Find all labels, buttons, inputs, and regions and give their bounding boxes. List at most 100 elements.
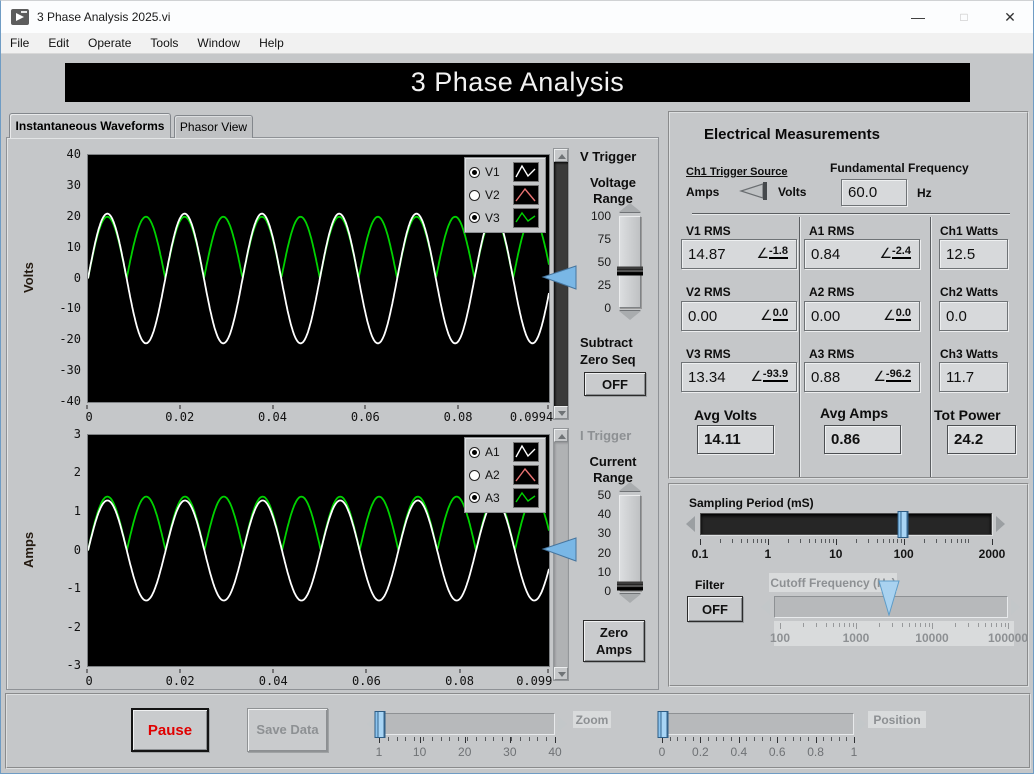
radio-a2[interactable] [469,469,480,481]
a3-rms-value: 0.88 ∠ -96.2 [804,362,920,392]
voltage-range-handle[interactable] [617,266,643,276]
subtract-zero-seq-button[interactable]: OFF [584,372,646,396]
radio-v1[interactable] [469,166,480,178]
bottom-control-bar: Pause Save Data 1 10 20 30 40 Zoom 0 0.2 0.4 0.… [5,693,1031,769]
cutoff-frequency-scale: 100 1000 10000 100000 [770,623,1028,647]
minimize-button[interactable]: — [895,1,941,33]
slider-left-arrow-icon[interactable] [761,599,770,615]
radio-v3[interactable] [469,212,480,224]
ch1-watts-label: Ch1 Watts [940,224,999,238]
zero-amps-button[interactable]: Zero Amps [583,620,645,662]
window-controls: — □ ✕ [895,1,1033,33]
legend-item-a3[interactable]: A3 [469,486,541,509]
menu-help[interactable]: Help [259,36,284,50]
a3-plot-style-icon[interactable] [513,487,539,508]
trigger-source-volts-label: Volts [778,185,807,199]
hz-unit-label: Hz [917,186,932,200]
v2-plot-style-icon[interactable] [513,185,539,205]
tab-instantaneous-waveforms[interactable]: Instantaneous Waveforms [9,113,171,138]
range-down-arrow-icon[interactable] [619,311,641,320]
radio-a3[interactable] [469,492,480,504]
slider-left-arrow-icon[interactable] [686,516,695,532]
v-trigger-title: V Trigger [580,149,637,164]
v3-rms-label: V3 RMS [686,347,731,361]
save-data-button[interactable]: Save Data [247,708,328,752]
menu-operate[interactable]: Operate [88,36,131,50]
legend-item-a1[interactable]: A1 [469,441,541,464]
measurements-title: Electrical Measurements [704,126,880,143]
zoom-handle[interactable] [374,711,386,738]
angle-icon: ∠ [760,308,773,324]
legend-item-a2[interactable]: A2 [469,464,541,487]
sampling-period-handle[interactable] [897,511,909,538]
a1-plot-style-icon[interactable] [513,442,539,463]
scroll-up-icon[interactable] [554,149,568,162]
sampling-period-slider[interactable] [700,511,992,538]
ch2-watts-label: Ch2 Watts [940,285,999,299]
voltage-range-slider[interactable] [617,216,643,308]
sampling-period-scale: 0.1 1 10 100 2000 [692,539,1005,563]
v3-plot-style-icon[interactable] [513,207,539,228]
volts-axis-label: Volts [21,262,36,293]
position-handle[interactable] [657,711,669,738]
fundamental-frequency-value: 60.0 [841,179,907,206]
menu-edit[interactable]: Edit [48,36,69,50]
scroll-up-icon[interactable] [554,429,568,442]
filter-button[interactable]: OFF [687,596,743,622]
position-slider[interactable] [657,711,854,738]
volts-legend: V1 V2 V3 [464,157,546,233]
range-up-arrow-icon[interactable] [619,482,641,491]
zoom-slider[interactable] [374,711,555,738]
fundamental-frequency-label: Fundamental Frequency [830,161,969,175]
current-range-slider[interactable] [617,495,643,591]
page-title: 3 Phase Analysis [65,63,970,102]
legend-item-v3[interactable]: V3 [469,206,541,229]
legend-item-v1[interactable]: V1 [469,161,541,184]
tab-phasor-view[interactable]: Phasor View [174,115,253,138]
title-bar: 3 Phase Analysis 2025.vi — □ ✕ [1,1,1033,33]
tab-page: Volts 40 30 20 10 0 -10 -20 -30 -40 V1 V2 [6,137,659,690]
cutoff-frequency-slider[interactable] [774,580,1008,618]
zoom-label: Zoom [573,711,611,728]
slider-right-arrow-icon[interactable] [857,716,866,732]
menu-file[interactable]: File [10,36,29,50]
slider-right-arrow-icon[interactable] [996,516,1005,532]
v3-rms-value: 13.34 ∠ -93.9 [681,362,797,392]
scroll-down-icon[interactable] [554,667,568,680]
trigger-source-switch[interactable] [732,181,774,201]
trigger-source-amps-label: Amps [686,185,720,199]
position-scale: 0 0.2 0.4 0.6 0.8 1 [659,737,857,761]
i-trigger-level-cursor[interactable] [541,536,578,563]
v1-plot-style-icon[interactable] [513,162,539,183]
range-up-arrow-icon[interactable] [619,203,641,212]
voltage-range-scale: 100 75 50 25 0 [590,209,611,315]
subtract-zero-seq-label: Subtract Zero Seq [580,335,636,367]
a3-rms-label: A3 RMS [809,347,855,361]
slider-right-arrow-icon[interactable] [1011,599,1020,615]
legend-item-v2[interactable]: V2 [469,184,541,207]
electrical-measurements-panel: Electrical Measurements Ch1 Trigger Sour… [668,111,1029,479]
current-range-scale: 50 40 30 20 10 0 [597,488,611,598]
radio-a1[interactable] [469,446,480,458]
range-down-arrow-icon[interactable] [619,594,641,603]
phase-angle: ∠ 0.0 [883,307,911,324]
scroll-down-icon[interactable] [554,406,568,419]
divider [692,213,1010,215]
slider-right-arrow-icon[interactable] [558,716,567,732]
current-range-handle[interactable] [617,581,643,591]
menu-window[interactable]: Window [197,36,240,50]
cutoff-frequency-pointer[interactable] [878,580,900,616]
pause-button[interactable]: Pause [131,708,209,752]
avg-amps-value: 0.86 [824,425,901,454]
v-trigger-level-cursor[interactable] [541,264,578,291]
ch3-watts-value: 11.7 [939,362,1008,392]
filter-label: Filter [695,578,725,592]
radio-v2[interactable] [469,189,480,201]
a2-rms-value: 0.00 ∠ 0.0 [804,301,920,331]
maximize-button[interactable]: □ [941,1,987,33]
a2-plot-style-icon[interactable] [513,465,539,485]
close-button[interactable]: ✕ [987,1,1033,33]
menu-tools[interactable]: Tools [150,36,178,50]
window-title: 3 Phase Analysis 2025.vi [37,10,171,24]
divider [930,217,932,477]
